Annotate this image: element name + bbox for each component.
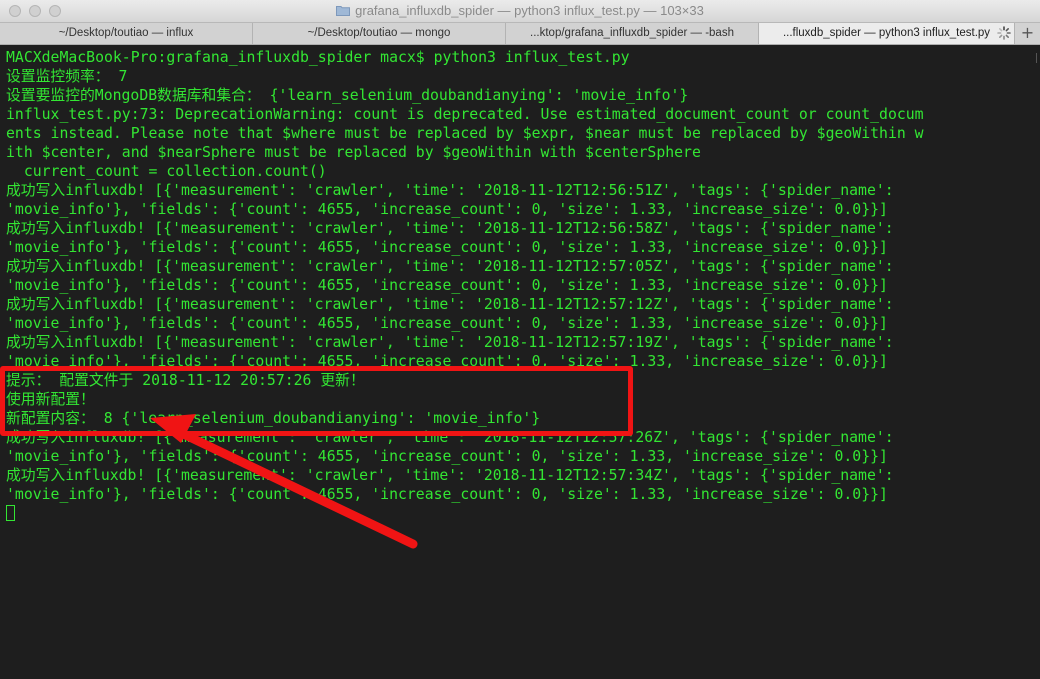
- terminal-line: influx_test.py:73: DeprecationWarning: c…: [6, 106, 924, 123]
- terminal-line: 'movie_info'}, 'fields': {'count': 4655,…: [6, 201, 888, 218]
- terminal-line: ith $center, and $nearSphere must be rep…: [6, 144, 701, 161]
- scroll-indicator: [1036, 53, 1037, 63]
- tab-label: ~/Desktop/toutiao — influx: [58, 27, 194, 39]
- terminal-cursor: [6, 505, 15, 521]
- terminal-line: 新配置内容： 8 {'learn_selenium_doubandianying…: [6, 410, 541, 427]
- terminal-line: 设置要监控的MongoDB数据库和集合： {'learn_selenium_do…: [6, 87, 689, 104]
- terminal-line: 'movie_info'}, 'fields': {'count': 4655,…: [6, 486, 888, 503]
- tab-label: ...ktop/grafana_influxdb_spider — -bash: [530, 27, 734, 39]
- terminal-output[interactable]: MACXdeMacBook-Pro:grafana_influxdb_spide…: [0, 45, 1040, 679]
- terminal-line: 'movie_info'}, 'fields': {'count': 4655,…: [6, 277, 888, 294]
- terminal-line: MACXdeMacBook-Pro:grafana_influxdb_spide…: [6, 49, 630, 66]
- tab-label: ...fluxdb_spider — python3 influx_test.p…: [782, 27, 991, 39]
- terminal-line: 'movie_info'}, 'fields': {'count': 4655,…: [6, 448, 888, 465]
- terminal-line: 成功写入influxdb! [{'measurement': 'crawler'…: [6, 220, 894, 237]
- window-title: grafana_influxdb_spider — python3 influx…: [355, 3, 704, 18]
- terminal-line: 成功写入influxdb! [{'measurement': 'crawler'…: [6, 258, 894, 275]
- terminal-line: [6, 504, 1036, 523]
- terminal-line: ents instead. Please note that $where mu…: [6, 125, 924, 142]
- terminal-line: 设置监控频率： 7: [6, 68, 128, 85]
- tab-python-active[interactable]: ...fluxdb_spider — python3 influx_test.p…: [759, 23, 1015, 44]
- terminal-window: grafana_influxdb_spider — python3 influx…: [0, 0, 1040, 679]
- terminal-line: 'movie_info'}, 'fields': {'count': 4655,…: [6, 239, 888, 256]
- terminal-line: 'movie_info'}, 'fields': {'count': 4655,…: [6, 353, 888, 370]
- spinner-icon: [997, 26, 1011, 40]
- terminal-lines: MACXdeMacBook-Pro:grafana_influxdb_spide…: [6, 48, 1036, 523]
- terminal-line: 成功写入influxdb! [{'measurement': 'crawler'…: [6, 429, 894, 446]
- folder-icon: [336, 5, 351, 16]
- terminal-line: 成功写入influxdb! [{'measurement': 'crawler'…: [6, 182, 894, 199]
- tab-bash[interactable]: ...ktop/grafana_influxdb_spider — -bash: [506, 23, 759, 44]
- window-title-container: grafana_influxdb_spider — python3 influx…: [0, 3, 1040, 18]
- terminal-line: 'movie_info'}, 'fields': {'count': 4655,…: [6, 315, 888, 332]
- title-bar[interactable]: grafana_influxdb_spider — python3 influx…: [0, 0, 1040, 23]
- terminal-line: 成功写入influxdb! [{'measurement': 'crawler'…: [6, 467, 894, 484]
- terminal-line: 成功写入influxdb! [{'measurement': 'crawler'…: [6, 334, 894, 351]
- new-tab-button[interactable]: +: [1015, 23, 1040, 44]
- terminal-line: 使用新配置！: [6, 391, 95, 408]
- tab-label: ~/Desktop/toutiao — mongo: [307, 27, 451, 39]
- terminal-line: current_count = collection.count(): [6, 163, 327, 180]
- tab-bar: ~/Desktop/toutiao — influx ~/Desktop/tou…: [0, 23, 1040, 45]
- terminal-line: 成功写入influxdb! [{'measurement': 'crawler'…: [6, 296, 894, 313]
- tab-mongo[interactable]: ~/Desktop/toutiao — mongo: [253, 23, 506, 44]
- tab-influx[interactable]: ~/Desktop/toutiao — influx: [0, 23, 253, 44]
- terminal-line: 提示： 配置文件于 2018-11-12 20:57:26 更新！: [6, 372, 365, 389]
